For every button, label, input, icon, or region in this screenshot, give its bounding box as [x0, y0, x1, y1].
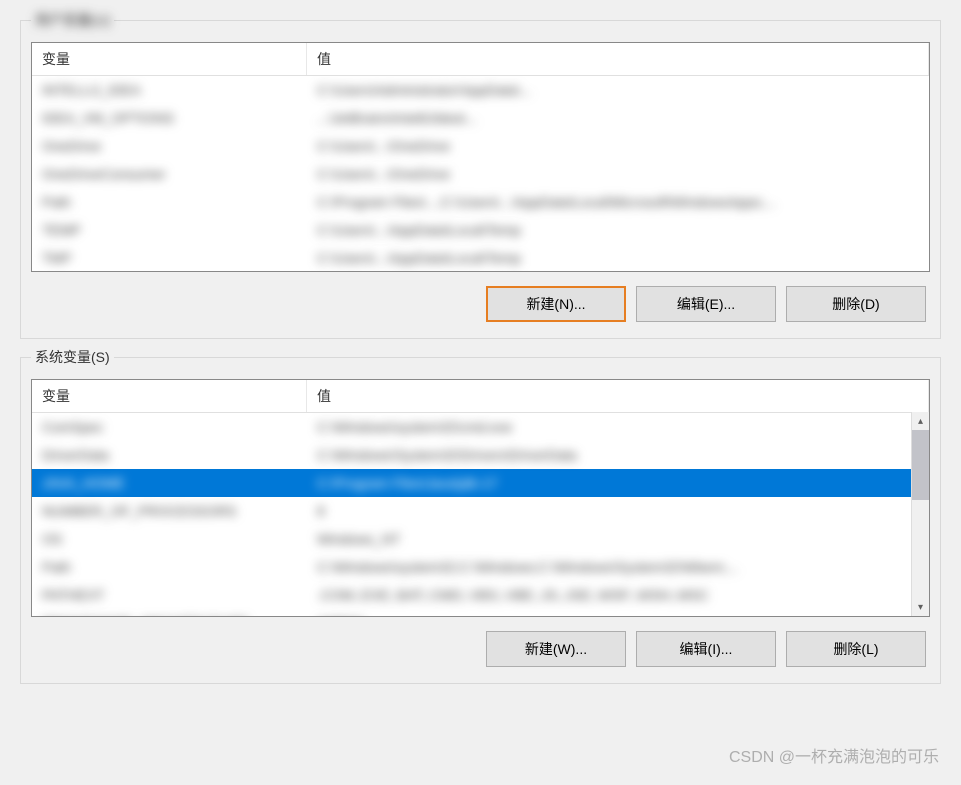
- scroll-thumb[interactable]: [912, 430, 929, 500]
- table-row[interactable]: IDEA_VM_OPTIONS...\JetBrains\IntelliJIde…: [32, 104, 929, 132]
- table-row[interactable]: PathC:\Windows\system32;C:\Windows;C:\Wi…: [32, 553, 929, 581]
- col-value[interactable]: 值: [307, 380, 929, 412]
- col-variable[interactable]: 变量: [32, 43, 307, 75]
- table-row[interactable]: JAVA_HOMEC:\Program Files\Java\jdk-17: [32, 469, 929, 497]
- table-row[interactable]: INTELLIJ_IDEAC:\Users\Administrator\AppD…: [32, 76, 929, 104]
- delete-user-button[interactable]: 删除(D): [786, 286, 926, 322]
- scroll-down-icon[interactable]: ▾: [912, 598, 929, 616]
- table-row[interactable]: OSWindows_NT: [32, 525, 929, 553]
- table-row[interactable]: OneDriveC:\Users\...\OneDrive: [32, 132, 929, 160]
- table-row[interactable]: DriverDataC:\Windows\System32\Drivers\Dr…: [32, 441, 929, 469]
- new-system-button[interactable]: 新建(W)...: [486, 631, 626, 667]
- edit-user-button[interactable]: 编辑(E)...: [636, 286, 776, 322]
- table-header: 变量 值: [32, 380, 929, 413]
- table-row[interactable]: TMPC:\Users\...\AppData\Local\Temp: [32, 244, 929, 272]
- table-row[interactable]: ComSpecC:\Windows\system32\cmd.exe: [32, 413, 929, 441]
- system-variables-group: 系统变量(S) 变量 值 ComSpecC:\Windows\system32\…: [20, 347, 941, 684]
- table-row[interactable]: PathC:\Program Files\...;C:\Users\...\Ap…: [32, 188, 929, 216]
- table-row[interactable]: PROCESSOR_ARCHITECTUREAMD64: [32, 609, 929, 617]
- user-button-row: 新建(N)... 编辑(E)... 删除(D): [31, 286, 930, 322]
- col-variable[interactable]: 变量: [32, 380, 307, 412]
- table-row[interactable]: NUMBER_OF_PROCESSORS8: [32, 497, 929, 525]
- table-row[interactable]: TEMPC:\Users\...\AppData\Local\Temp: [32, 216, 929, 244]
- scroll-up-icon[interactable]: ▴: [912, 412, 929, 430]
- watermark: CSDN @一杯充满泡泡的可乐: [729, 743, 939, 767]
- user-table-body: INTELLIJ_IDEAC:\Users\Administrator\AppD…: [32, 76, 929, 272]
- system-table-body: ComSpecC:\Windows\system32\cmd.exe Drive…: [32, 413, 929, 617]
- col-value[interactable]: 值: [307, 43, 929, 75]
- user-variables-group: 用户变量(U) 变量 值 INTELLIJ_IDEAC:\Users\Admin…: [20, 10, 941, 339]
- table-row[interactable]: PATHEXT.COM;.EXE;.BAT;.CMD;.VBS;.VBE;.JS…: [32, 581, 929, 609]
- system-variables-table[interactable]: 变量 值 ComSpecC:\Windows\system32\cmd.exe …: [31, 379, 930, 617]
- table-row[interactable]: OneDriveConsumerC:\Users\...\OneDrive: [32, 160, 929, 188]
- delete-system-button[interactable]: 删除(L): [786, 631, 926, 667]
- user-variables-table[interactable]: 变量 值 INTELLIJ_IDEAC:\Users\Administrator…: [31, 42, 930, 272]
- new-user-button[interactable]: 新建(N)...: [486, 286, 626, 322]
- env-vars-panel: 用户变量(U) 变量 值 INTELLIJ_IDEAC:\Users\Admin…: [0, 0, 961, 702]
- user-variables-legend: 用户变量(U): [31, 10, 114, 30]
- system-variables-legend: 系统变量(S): [31, 347, 114, 367]
- table-header: 变量 值: [32, 43, 929, 76]
- edit-system-button[interactable]: 编辑(I)...: [636, 631, 776, 667]
- scrollbar[interactable]: ▴ ▾: [911, 412, 929, 616]
- system-button-row: 新建(W)... 编辑(I)... 删除(L): [31, 631, 930, 667]
